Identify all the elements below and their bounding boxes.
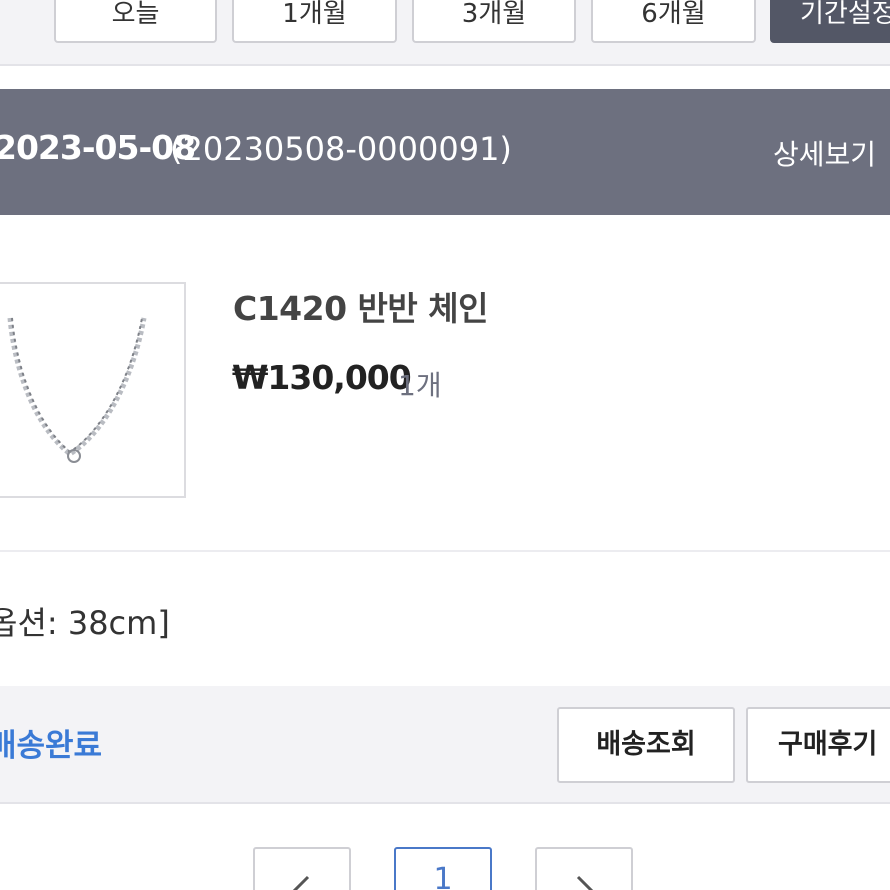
- product-option: 옵션: 38cm]: [0, 604, 170, 642]
- period-custom-button[interactable]: 기간설정: [770, 0, 890, 43]
- period-3month-button[interactable]: 3개월: [412, 0, 576, 43]
- period-1month-button[interactable]: 1개월: [232, 0, 397, 43]
- product-price: ₩130,000: [232, 358, 412, 397]
- order-number: (20230508-0000091): [170, 130, 512, 168]
- period-today-button[interactable]: 오늘: [54, 0, 217, 43]
- order-date: 2023-05-08: [0, 128, 196, 167]
- write-review-button[interactable]: 구매후기: [746, 707, 890, 783]
- prev-page-button[interactable]: [253, 847, 351, 890]
- divider: [0, 550, 890, 552]
- period-6month-button[interactable]: 6개월: [591, 0, 756, 43]
- chevron-right-icon: [576, 875, 594, 890]
- chevron-left-icon: [292, 875, 310, 890]
- next-page-button[interactable]: [535, 847, 633, 890]
- track-delivery-button[interactable]: 배송조회: [557, 707, 735, 783]
- product-thumbnail[interactable]: [0, 282, 186, 498]
- page-number-button[interactable]: 1: [394, 847, 492, 890]
- delivery-status: 배송완료: [0, 728, 103, 764]
- product-quantity: 1개: [398, 369, 442, 402]
- order-detail-link[interactable]: 상세보기: [773, 133, 876, 173]
- product-name[interactable]: C1420 반반 체인: [233, 282, 488, 330]
- necklace-chain-image: [7, 317, 147, 463]
